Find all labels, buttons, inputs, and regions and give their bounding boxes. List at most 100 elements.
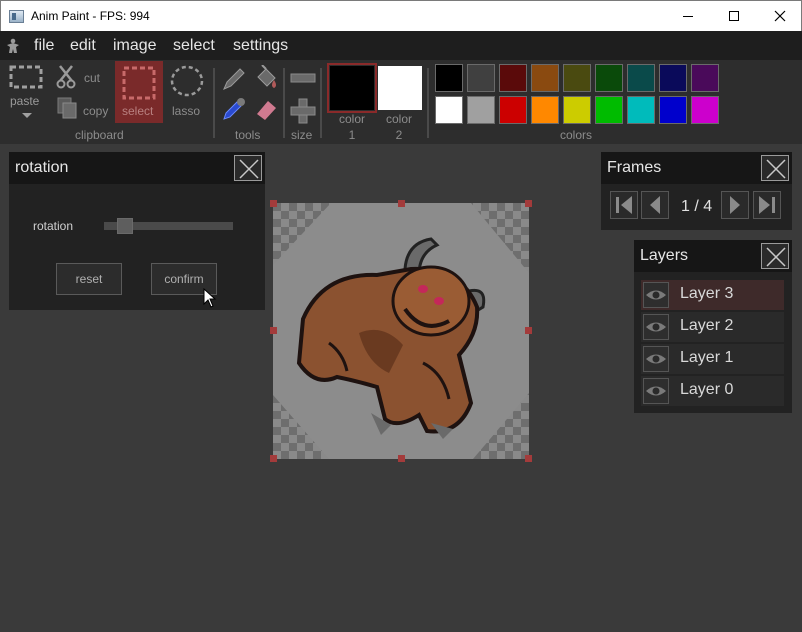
pencil-tool-icon[interactable] bbox=[221, 66, 247, 92]
palette-swatch[interactable] bbox=[467, 96, 495, 124]
scissors-icon bbox=[56, 65, 76, 89]
select-rect-icon bbox=[122, 66, 156, 100]
palette-swatch[interactable] bbox=[563, 96, 591, 124]
transform-handle[interactable] bbox=[270, 455, 277, 462]
layers-panel: Layers Layer 3 Layer 2 Layer 1 Layer 0 bbox=[634, 240, 792, 413]
previous-frame-button[interactable] bbox=[641, 191, 669, 219]
size-increase-icon[interactable] bbox=[290, 98, 316, 124]
select-tool-button[interactable]: select bbox=[115, 61, 163, 123]
palette-swatch[interactable] bbox=[595, 96, 623, 124]
eye-icon bbox=[646, 322, 666, 332]
select-label: select bbox=[122, 104, 154, 118]
rotation-slider[interactable] bbox=[104, 218, 233, 234]
close-icon bbox=[766, 159, 786, 179]
palette-swatch[interactable] bbox=[531, 64, 559, 92]
palette-swatch[interactable] bbox=[563, 64, 591, 92]
first-frame-button[interactable] bbox=[610, 191, 638, 219]
menu-edit[interactable]: edit bbox=[70, 37, 96, 55]
transform-handle[interactable] bbox=[398, 455, 405, 462]
rotation-slider-label: rotation bbox=[33, 219, 74, 233]
layer-name: Layer 0 bbox=[680, 381, 734, 398]
layer-visibility-toggle[interactable] bbox=[643, 282, 669, 308]
close-window-button[interactable] bbox=[757, 1, 802, 31]
palette-swatch[interactable] bbox=[531, 96, 559, 124]
frames-panel: Frames 1 / 4 bbox=[601, 152, 792, 230]
maximize-button[interactable] bbox=[711, 1, 757, 31]
palette-swatch[interactable] bbox=[595, 64, 623, 92]
menu-select[interactable]: select bbox=[173, 37, 215, 55]
color-2-label: color bbox=[385, 112, 412, 126]
palette-swatch[interactable] bbox=[435, 96, 463, 124]
palette-swatch[interactable] bbox=[627, 64, 655, 92]
rotation-slider-thumb[interactable] bbox=[116, 218, 133, 234]
menu-bar: file edit image select settings bbox=[0, 31, 802, 60]
layer-row[interactable]: Layer 0 bbox=[641, 376, 784, 406]
frames-panel-title: Frames bbox=[607, 159, 662, 176]
lasso-icon bbox=[170, 65, 204, 97]
palette-swatch[interactable] bbox=[467, 64, 495, 92]
palette-swatch[interactable] bbox=[435, 64, 463, 92]
layers-panel-close-button[interactable] bbox=[761, 243, 789, 269]
lasso-label: lasso bbox=[172, 104, 201, 118]
layer-visibility-toggle[interactable] bbox=[643, 314, 669, 340]
eye-icon bbox=[646, 290, 666, 300]
window-titlebar: Anim Paint - FPS: 994 bbox=[0, 0, 802, 31]
palette-swatch[interactable] bbox=[499, 64, 527, 92]
chevron-down-icon bbox=[22, 113, 32, 118]
palette-swatch[interactable] bbox=[691, 96, 719, 124]
palette-swatch[interactable] bbox=[691, 64, 719, 92]
reset-button[interactable]: reset bbox=[56, 263, 122, 295]
copy-label: copy bbox=[83, 104, 109, 118]
frame-counter: 1 / 4 bbox=[681, 198, 713, 215]
layer-row[interactable]: Layer 3 bbox=[641, 280, 784, 310]
canvas[interactable] bbox=[270, 200, 532, 462]
toolbar: paste cut copy select lasso clipboard to… bbox=[0, 60, 802, 144]
skip-to-end-icon bbox=[759, 196, 775, 214]
color-1-number: 1 bbox=[348, 128, 356, 142]
frames-panel-close-button[interactable] bbox=[761, 155, 789, 181]
toolbar-separator bbox=[213, 68, 215, 138]
palette-swatch[interactable] bbox=[659, 64, 687, 92]
transform-handle[interactable] bbox=[270, 327, 277, 334]
next-frame-button[interactable] bbox=[721, 191, 749, 219]
transform-handle[interactable] bbox=[398, 200, 405, 207]
layer-row[interactable]: Layer 1 bbox=[641, 344, 784, 374]
color-2-swatch bbox=[378, 66, 422, 110]
chevron-left-icon bbox=[650, 196, 660, 214]
color-2-number: 2 bbox=[395, 128, 403, 142]
layer-visibility-toggle[interactable] bbox=[643, 378, 669, 404]
menu-file[interactable]: file bbox=[34, 37, 54, 55]
layer-visibility-toggle[interactable] bbox=[643, 346, 669, 372]
cut-label: cut bbox=[84, 71, 101, 85]
last-frame-button[interactable] bbox=[753, 191, 781, 219]
colors-group-label: colors bbox=[560, 128, 593, 142]
fill-bucket-icon[interactable] bbox=[252, 65, 280, 91]
close-icon bbox=[774, 10, 786, 22]
chevron-right-icon bbox=[730, 196, 740, 214]
palette-swatch[interactable] bbox=[499, 96, 527, 124]
transform-handle[interactable] bbox=[525, 200, 532, 207]
transform-handle[interactable] bbox=[525, 455, 532, 462]
cut-button[interactable]: cut bbox=[56, 64, 106, 90]
copy-icon bbox=[57, 97, 77, 119]
paste-button[interactable]: paste bbox=[8, 62, 46, 122]
color-1-button[interactable] bbox=[327, 63, 377, 113]
minimize-button[interactable] bbox=[665, 1, 711, 31]
menu-image[interactable]: image bbox=[113, 37, 157, 55]
color-2-button[interactable] bbox=[375, 63, 425, 113]
rotation-panel-close-button[interactable] bbox=[234, 155, 262, 181]
palette-swatch[interactable] bbox=[659, 96, 687, 124]
transform-handle[interactable] bbox=[270, 200, 277, 207]
size-decrease-icon[interactable] bbox=[290, 70, 316, 86]
lasso-tool-button[interactable]: lasso bbox=[166, 64, 210, 122]
copy-button[interactable]: copy bbox=[56, 96, 114, 122]
palette-swatch[interactable] bbox=[627, 96, 655, 124]
rotation-panel-header: rotation bbox=[9, 152, 265, 184]
minimize-icon bbox=[683, 16, 693, 17]
layer-row[interactable]: Layer 2 bbox=[641, 312, 784, 342]
eraser-icon[interactable] bbox=[253, 96, 279, 122]
color-picker-icon[interactable] bbox=[221, 96, 247, 122]
frames-panel-header: Frames bbox=[601, 152, 792, 184]
menu-settings[interactable]: settings bbox=[233, 37, 288, 55]
transform-handle[interactable] bbox=[525, 327, 532, 334]
